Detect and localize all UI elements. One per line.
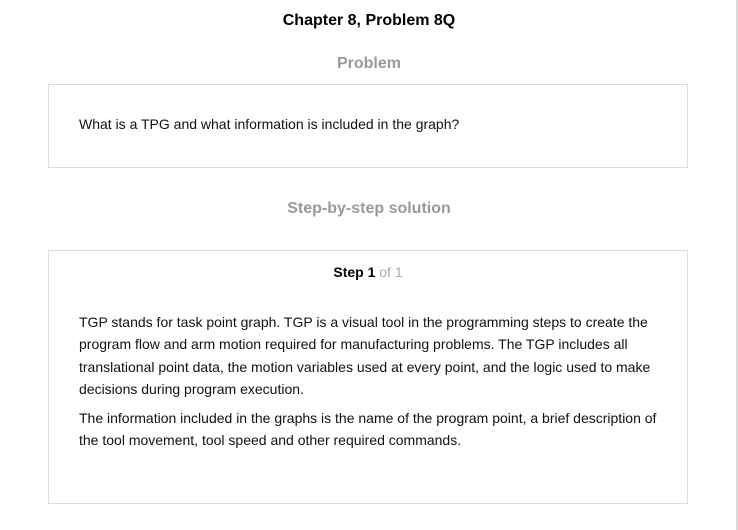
solution-paragraph: The information included in the graphs i… [79, 410, 657, 449]
solution-paragraph: TGP stands for task point graph. TGP is … [79, 314, 651, 397]
problem-text: What is a TPG and what information is in… [79, 116, 460, 132]
solution-heading: Step-by-step solution [287, 200, 451, 217]
step-card: Step 1 of 1 TGP stands for task point gr… [48, 250, 688, 504]
step-body: TGP stands for task point graph. TGP is … [79, 311, 669, 459]
step-label: Step 1 [333, 264, 376, 280]
step-header: Step 1 of 1 [49, 263, 687, 281]
problem-heading: Problem [336, 55, 401, 72]
page-title: Chapter 8, Problem 8Q [282, 12, 456, 29]
step-count: of 1 [379, 264, 403, 280]
problem-card: What is a TPG and what information is in… [48, 84, 688, 168]
